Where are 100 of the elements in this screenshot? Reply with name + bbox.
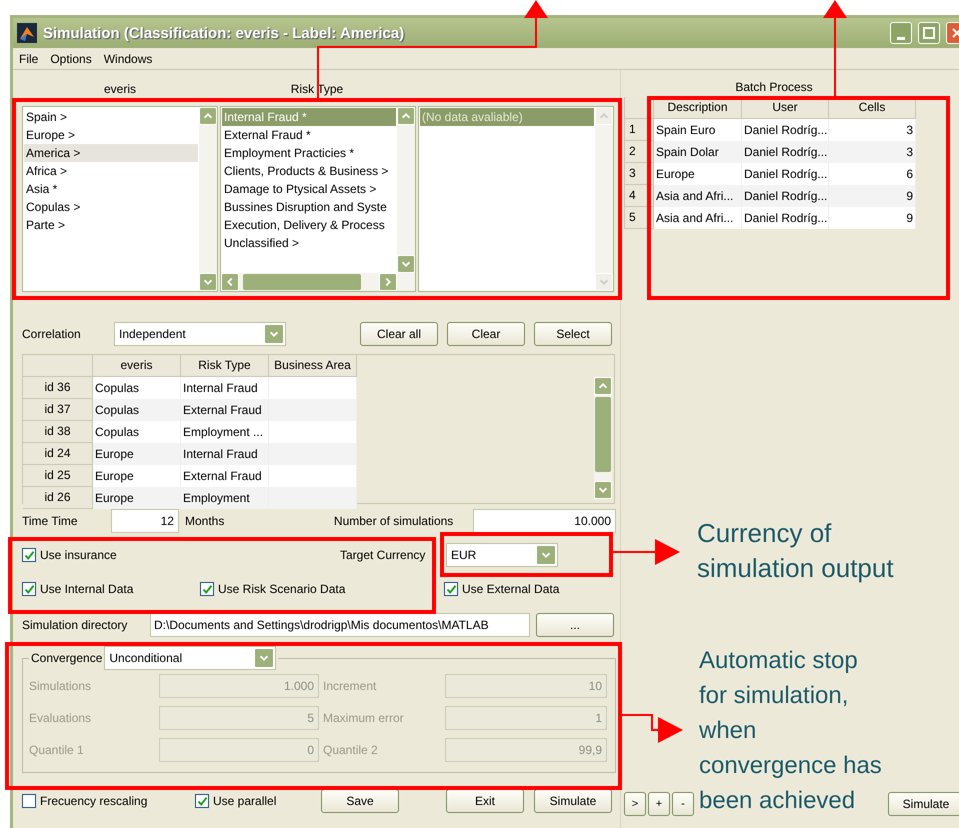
table-cell: Spain Euro (654, 119, 742, 141)
table-cell: Europe (93, 487, 181, 509)
scroll-left-button[interactable] (221, 273, 239, 291)
list-item[interactable]: America > (24, 144, 198, 162)
scroll-thumb[interactable] (243, 274, 361, 290)
callout-text: Currency of simulation output (697, 517, 895, 585)
list-item[interactable]: Employment Practicies * (222, 144, 396, 162)
checkmark-icon (202, 584, 212, 594)
callout-text: Automatic stop for simulation, when convergence has been achieved (699, 646, 882, 816)
list-item[interactable]: Unclassified > (222, 234, 396, 252)
list-item[interactable]: Bussines Disruption and Syste (222, 198, 396, 216)
field-label: Maximum error (323, 711, 405, 725)
list-item[interactable]: Europe > (24, 126, 198, 144)
action-button[interactable]: Clear all (360, 322, 438, 346)
checkmark-icon (446, 584, 456, 594)
list-header: Risk Type (290, 82, 344, 96)
unit-label: Months (184, 514, 226, 528)
checkbox[interactable] (444, 582, 458, 596)
table-cell: Employment (181, 487, 269, 509)
action-button[interactable]: Exit (446, 789, 524, 813)
column-header: Risk Type (181, 355, 269, 377)
checkbox-label: Use External Data (462, 582, 560, 596)
field-label: Quantile 2 (323, 743, 379, 757)
list-item[interactable]: Clients, Products & Business > (222, 162, 396, 180)
currency-dropdown[interactable]: EUR (446, 543, 558, 567)
table-cell: External Fraud (181, 399, 269, 421)
table-cell: 9 (829, 185, 916, 207)
table-cell: Internal Fraud (181, 377, 269, 399)
field-label: Quantile 1 (29, 743, 85, 757)
checkbox[interactable] (22, 794, 36, 808)
correlation-dropdown[interactable]: Independent (114, 322, 286, 346)
small-button[interactable]: + (648, 792, 670, 816)
scroll-down-button[interactable] (199, 273, 217, 291)
table-cell: Internal Fraud (181, 443, 269, 465)
column-header: everis (93, 355, 181, 377)
row-header: id 25 (23, 465, 93, 487)
list-item[interactable]: Damage to Ptysical Assets > (222, 180, 396, 198)
action-button[interactable]: Clear (447, 322, 525, 346)
checkbox[interactable] (195, 794, 209, 808)
convergence-dropdown[interactable]: Unconditional (104, 646, 276, 670)
field-label: Time Time (22, 514, 79, 528)
scroll-down-button[interactable] (594, 481, 612, 499)
scroll-right-button[interactable] (379, 273, 397, 291)
menu-item[interactable]: File (19, 52, 38, 66)
scroll-thumb[interactable] (595, 397, 611, 472)
minimize-button[interactable] (890, 22, 912, 44)
row-header: id 26 (23, 487, 93, 509)
panel-title: Batch Process (735, 80, 813, 94)
list-item[interactable]: Spain > (24, 108, 198, 126)
checkbox-label: Use Internal Data (40, 582, 134, 596)
small-button[interactable]: > (624, 792, 646, 816)
scroll-up-button[interactable] (199, 107, 217, 125)
checkbox[interactable] (22, 582, 36, 596)
checkbox-label: Use insurance (40, 548, 117, 562)
scroll-up-button[interactable] (594, 377, 612, 395)
table-cell: Asia and Afri... (654, 207, 742, 229)
checkbox-label: Frecuency rescaling (40, 794, 148, 808)
scroll-down-button[interactable] (397, 255, 415, 273)
checkmark-icon (24, 550, 34, 560)
time-field[interactable]: 12 (111, 509, 179, 533)
table-cell: Employment ... (181, 421, 269, 443)
dropdown-button[interactable] (264, 324, 284, 344)
menu-item[interactable]: Options (50, 52, 92, 66)
directory-field[interactable]: D:\Documents and Settings\drodrigp\Mis documentos\MATLAB (150, 613, 530, 637)
table-cell: 6 (829, 163, 916, 185)
list-item[interactable]: Execution, Delivery & Process (222, 216, 396, 234)
dropdown-button[interactable] (536, 545, 556, 565)
table-cell: 3 (829, 141, 916, 163)
minimize-icon (897, 36, 905, 40)
action-button[interactable]: Simulate (534, 789, 612, 813)
field-label: Simulations (29, 679, 92, 693)
list-item[interactable]: External Fraud * (222, 126, 396, 144)
checkbox[interactable] (200, 582, 214, 596)
dropdown-button[interactable] (254, 648, 274, 668)
field-label: Evaluations (29, 711, 92, 725)
list-item[interactable]: Africa > (24, 162, 198, 180)
checkbox-label: Use parallel (213, 794, 276, 808)
scroll-up-button[interactable] (397, 107, 415, 125)
maximize-button[interactable] (918, 22, 940, 44)
simulate-button[interactable]: Simulate (888, 792, 959, 816)
action-button[interactable]: Save (321, 789, 399, 813)
action-button[interactable]: Select (534, 322, 612, 346)
simulations-field[interactable]: 10.000 (472, 509, 616, 533)
browse-button[interactable]: ... (536, 613, 614, 637)
maximize-icon (923, 27, 935, 39)
checkbox[interactable] (22, 548, 36, 562)
small-button[interactable]: - (672, 792, 694, 816)
row-header: id 24 (23, 443, 93, 465)
field-label: Simulation directory (22, 618, 128, 632)
table-cell: Daniel Rodríg... (742, 207, 829, 229)
list-header: everis (102, 82, 137, 96)
table-cell: Asia and Afri... (654, 185, 742, 207)
field-label: Correlation (22, 327, 82, 341)
window-title: Simulation (Classification: everis - Label: America) (43, 24, 406, 42)
table-cell: Daniel Rodríg... (742, 119, 829, 141)
menu-item[interactable]: Windows (104, 52, 152, 66)
table-cell: Copulas (93, 421, 181, 443)
list-item[interactable]: Copulas > (24, 198, 198, 216)
list-item[interactable]: Parte > (24, 216, 198, 234)
list-item[interactable]: Asia * (24, 180, 198, 198)
